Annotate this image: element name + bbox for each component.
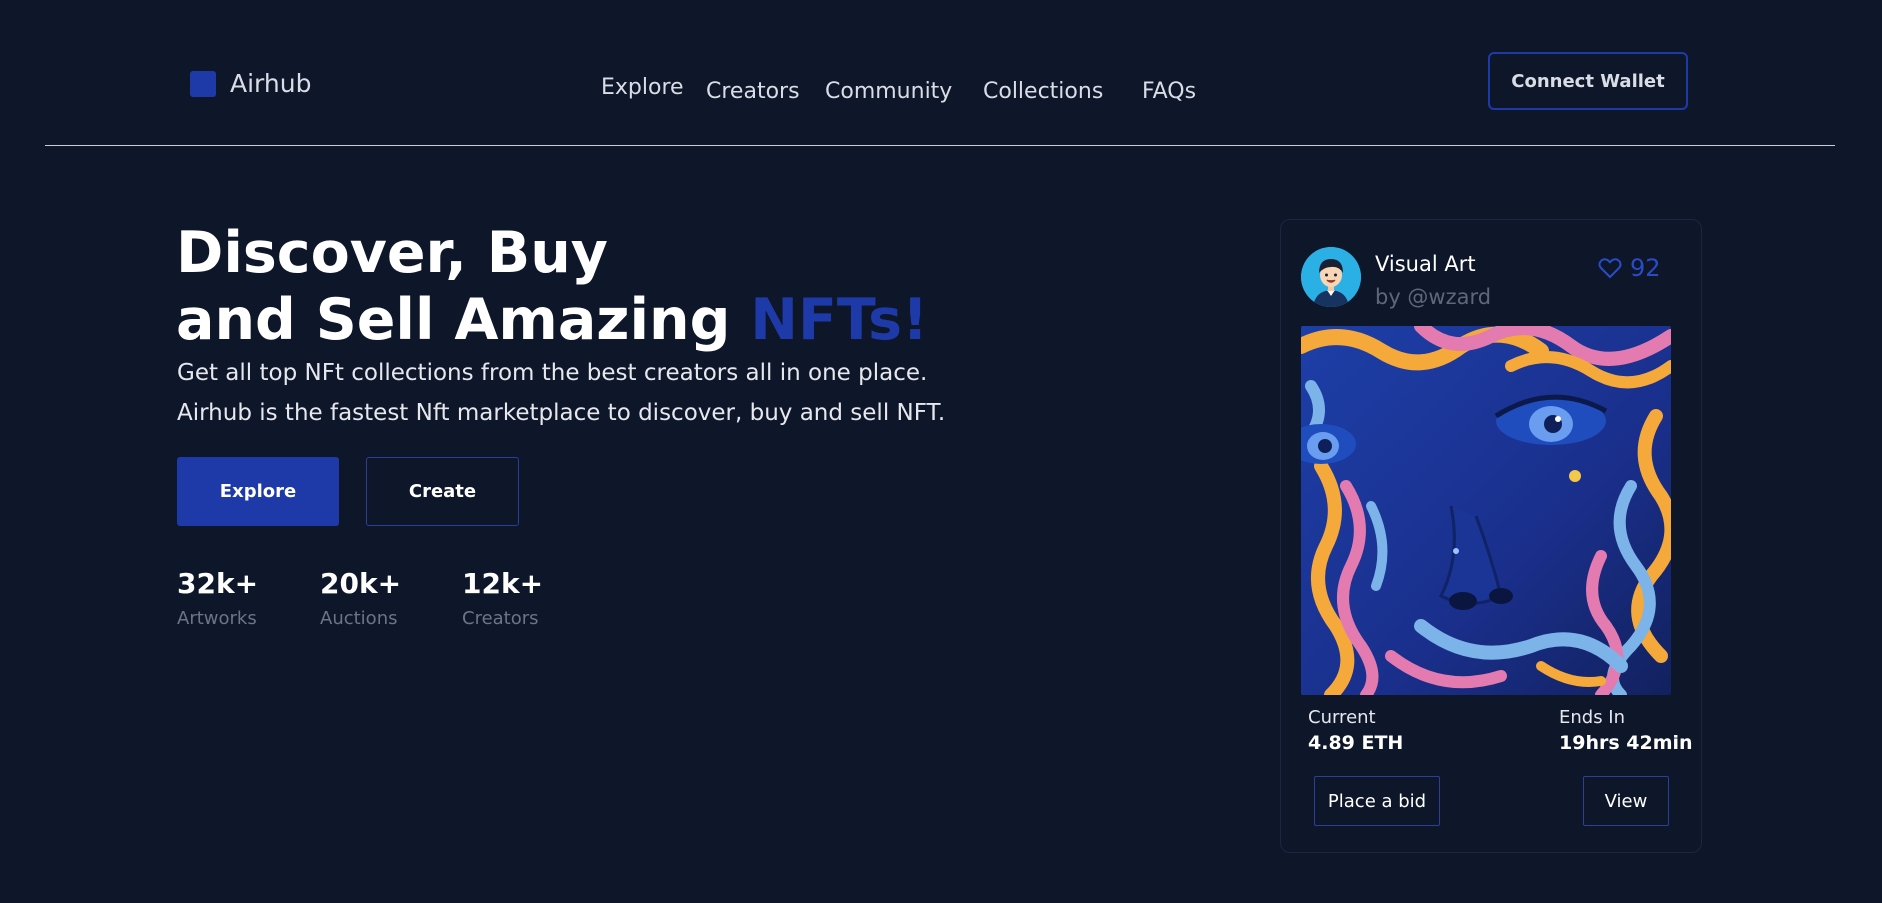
stat-value: 32k+ — [177, 567, 259, 600]
nav-explore[interactable]: Explore — [601, 75, 684, 100]
avatar-cartoon-icon — [1301, 247, 1361, 307]
stat-artworks: 32k+ Artworks — [177, 566, 258, 629]
likes-count: 92 — [1630, 254, 1661, 282]
hero-title-line1: Discover, Buy — [176, 220, 608, 286]
stat-auctions: 20k+ Auctions — [320, 566, 401, 629]
hero-title-accent: NFTs! — [750, 287, 929, 353]
nav-faqs[interactable]: FAQs — [1142, 79, 1196, 104]
nft-artwork-image[interactable] — [1301, 326, 1671, 695]
place-bid-button[interactable]: Place a bid — [1314, 776, 1440, 826]
header-divider — [45, 145, 1835, 146]
hero-desc-line1: Get all top NFt collections from the bes… — [177, 360, 928, 386]
stat-label: Artworks — [177, 608, 257, 629]
view-button[interactable]: View — [1583, 776, 1669, 826]
stat-label: Creators — [462, 608, 539, 629]
logo-text: Airhub — [230, 69, 312, 98]
likes-button[interactable]: 92 — [1598, 254, 1661, 282]
stat-creators: 12k+ Creators — [462, 566, 543, 629]
create-button[interactable]: Create — [366, 457, 519, 526]
ends-in-value: 19hrs 42min — [1559, 732, 1693, 754]
stat-value: 20k+ — [320, 567, 402, 600]
current-label: Current — [1308, 707, 1376, 728]
nft-card: Visual Art by @wzard 92 Current 4.89 ETH… — [1280, 219, 1702, 853]
card-title: Visual Art — [1375, 252, 1476, 276]
avatar[interactable] — [1301, 247, 1361, 307]
logo-square-icon — [190, 70, 216, 97]
nav-collections[interactable]: Collections — [983, 79, 1103, 104]
heart-icon — [1598, 258, 1622, 278]
nav-creators[interactable]: Creators — [706, 79, 800, 104]
artwork-face-painting — [1301, 326, 1671, 695]
card-author[interactable]: by @wzard — [1375, 285, 1491, 309]
hero-desc-line2: Airhub is the fastest Nft marketplace to… — [177, 400, 946, 426]
nav-community[interactable]: Community — [825, 79, 952, 104]
logo[interactable]: Airhub — [190, 69, 311, 98]
ends-in-label: Ends In — [1559, 707, 1626, 728]
hero-title: Discover, Buy and Sell Amazing NFTs! — [176, 220, 928, 354]
hero-title-line2: and Sell Amazing — [176, 287, 751, 353]
current-price: 4.89 ETH — [1308, 732, 1404, 754]
stat-value: 12k+ — [462, 567, 544, 600]
explore-button[interactable]: Explore — [177, 457, 339, 526]
stat-label: Auctions — [320, 608, 398, 629]
site-header: Airhub Explore Creators Community Collec… — [0, 0, 1882, 148]
connect-wallet-button[interactable]: Connect Wallet — [1488, 52, 1688, 110]
hero-description: Get all top NFt collections from the bes… — [177, 353, 945, 433]
